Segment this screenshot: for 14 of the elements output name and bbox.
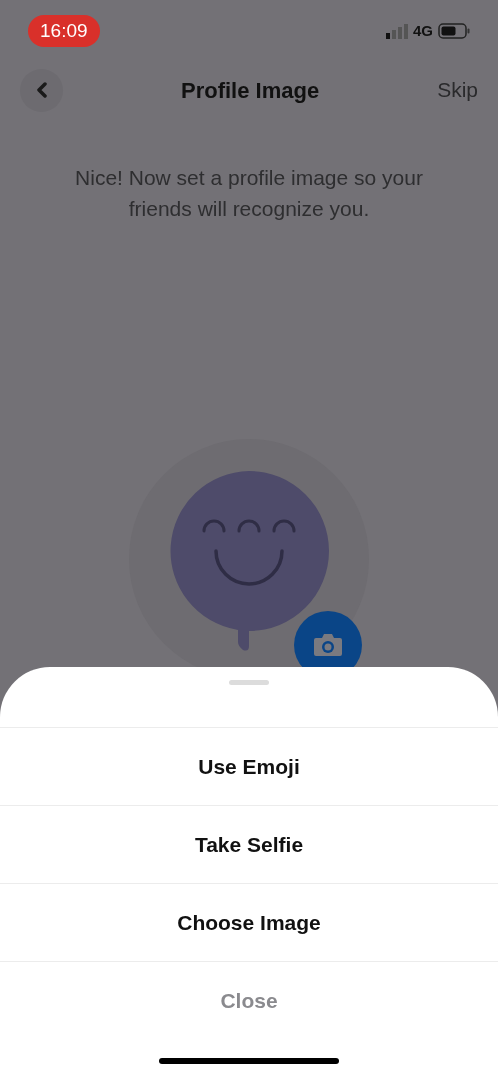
camera-icon: [313, 633, 343, 657]
network-label: 4G: [413, 20, 433, 41]
back-button[interactable]: [20, 68, 63, 112]
screen-title: Profile Image: [181, 76, 320, 105]
instruction-text: Nice! Now set a profile image so your friends will recognize you.: [74, 165, 424, 222]
sheet-option[interactable]: Choose Image: [0, 883, 498, 961]
smiling-speech-bubble-icon: [168, 470, 330, 652]
sheet-option[interactable]: Use Emoji: [0, 727, 498, 805]
battery-icon: [438, 23, 470, 39]
sheet-handle[interactable]: [229, 680, 269, 685]
back-chevron-icon: [35, 82, 48, 98]
sheet-option[interactable]: Take Selfie: [0, 805, 498, 883]
signal-icon: [386, 23, 408, 39]
status-time: 16:09: [28, 14, 100, 48]
